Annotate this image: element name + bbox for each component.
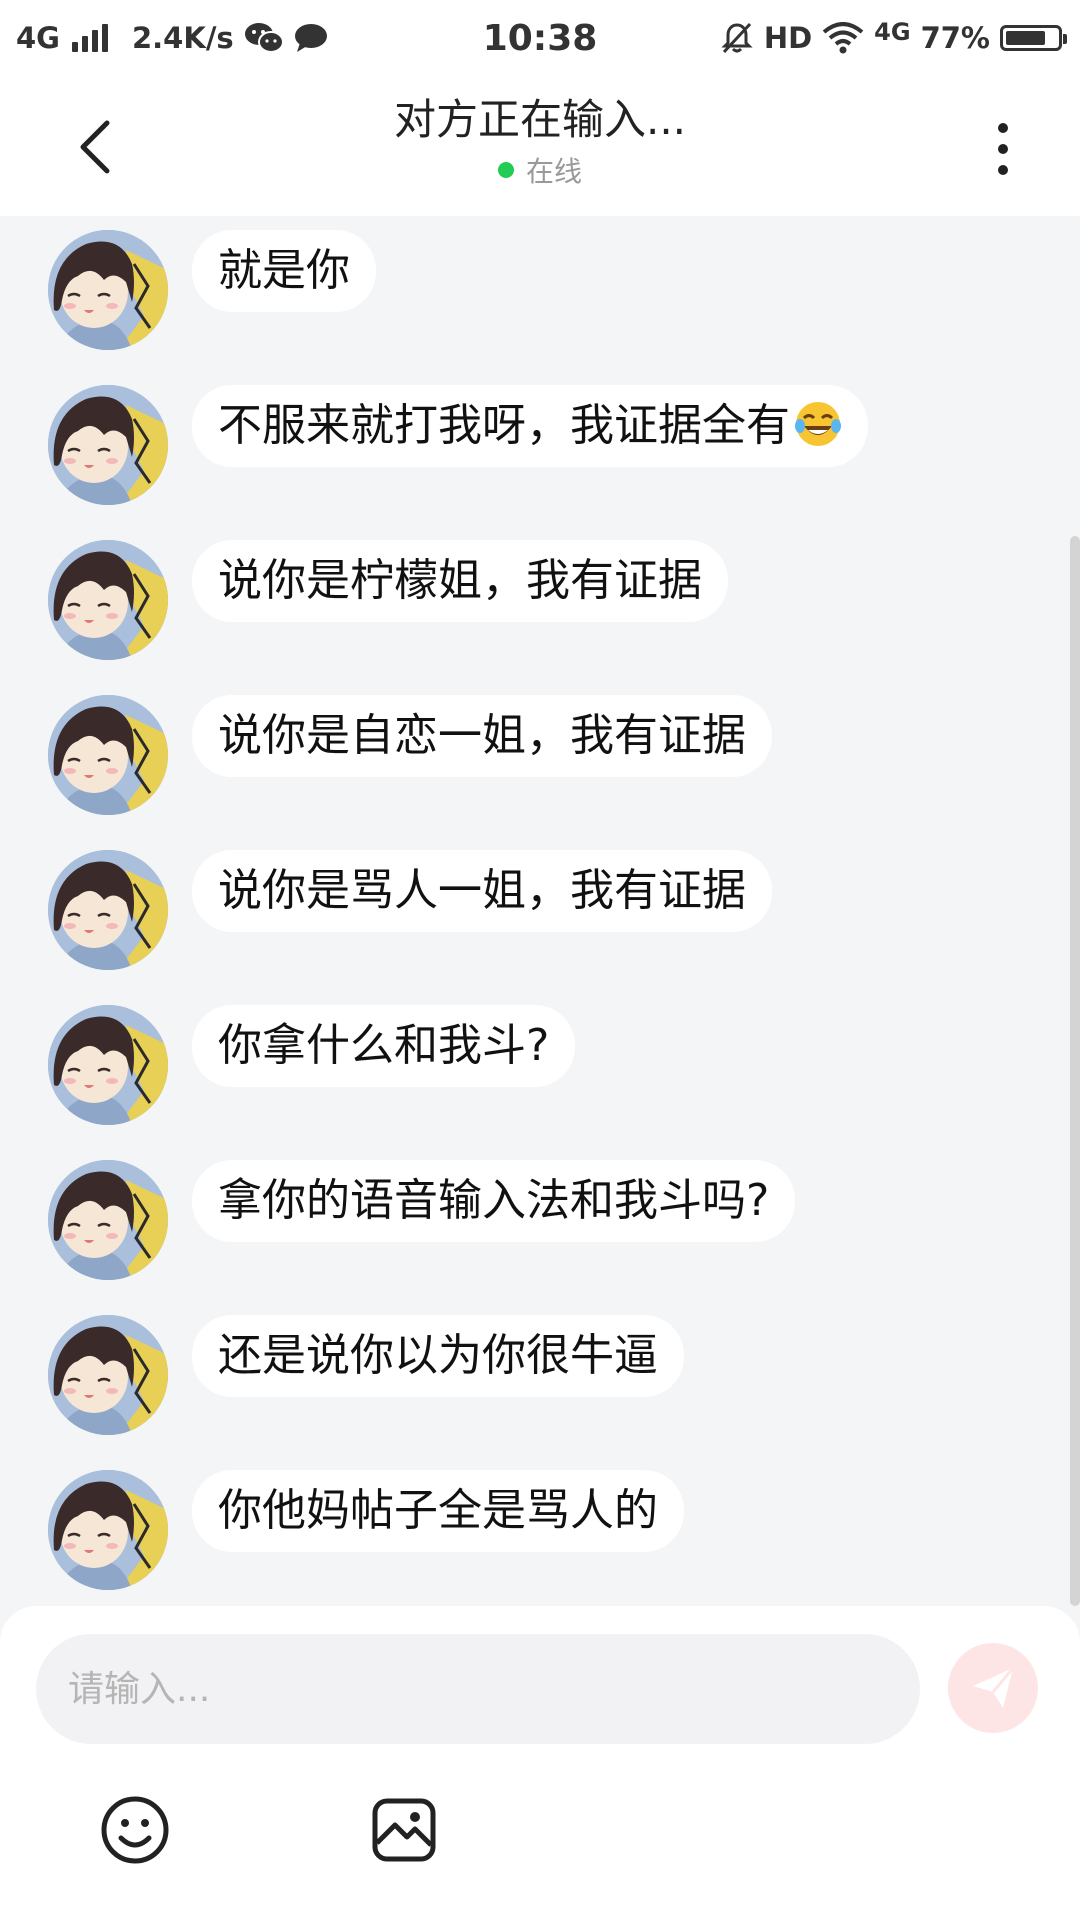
message-row: 说你是自恋一姐，我有证据 (48, 695, 772, 815)
signal-icon (71, 24, 108, 52)
send-button[interactable] (948, 1643, 1038, 1733)
avatar[interactable] (48, 230, 168, 350)
message-bubble[interactable]: 说你是骂人一姐，我有证据 (192, 850, 772, 932)
more-options-button[interactable] (978, 114, 1028, 184)
avatar[interactable] (48, 1470, 168, 1590)
message-bubble[interactable]: 拿你的语音输入法和我斗吗? (192, 1160, 796, 1242)
avatar[interactable] (48, 1160, 168, 1280)
message-text: 你他妈帖子全是骂人的 (218, 1485, 658, 1536)
network-type-2: 4G (874, 18, 911, 46)
message-bubble[interactable]: 说你是自恋一姐，我有证据 (192, 695, 772, 777)
status-bar: 4G 2.4K/s 10:38 HD 4G 77% (0, 0, 1080, 76)
status-right: HD 4G 77% (720, 0, 1067, 76)
message-bubble[interactable]: 不服来就打我呀，我证据全有 (192, 385, 868, 467)
message-text: 拿你的语音输入法和我斗吗? (218, 1175, 770, 1226)
avatar[interactable] (48, 850, 168, 970)
message-text: 你拿什么和我斗? (218, 1020, 550, 1071)
battery-fill (1006, 31, 1045, 45)
send-icon (973, 1667, 1015, 1708)
presence-status: 在线 (497, 150, 582, 190)
avatar[interactable] (48, 540, 168, 660)
message-text: 不服来就打我呀，我证据全有 (218, 400, 790, 451)
message-text: 就是你 (218, 245, 350, 296)
message-row: 还是说你以为你很牛逼 (48, 1315, 684, 1435)
image-button[interactable] (364, 1790, 444, 1870)
message-row: 你拿什么和我斗? (48, 1005, 576, 1125)
wechat-icon (244, 23, 284, 53)
presence-label: 在线 (525, 155, 582, 188)
chat-header: 对方正在输入... 在线 (0, 76, 1080, 216)
battery-icon (1000, 25, 1067, 51)
hd-label: HD (763, 21, 813, 55)
message-row: 就是你 (48, 230, 376, 350)
network-speed: 2.4K/s (131, 21, 234, 55)
message-input[interactable] (36, 1634, 920, 1744)
message-text: 说你是自恋一姐，我有证据 (218, 710, 746, 761)
message-text: 还是说你以为你很牛逼 (218, 1330, 658, 1381)
message-text: 说你是柠檬姐，我有证据 (218, 555, 702, 606)
emoji-button[interactable] (95, 1790, 175, 1870)
image-icon (372, 1798, 436, 1862)
network-type: 4G (16, 21, 60, 55)
chat-screen: 4G 2.4K/s 10:38 HD 4G 77% 对方正在输入... 在线 就… (0, 0, 1080, 1920)
face-with-tears-of-joy-icon (795, 402, 841, 446)
message-icon (294, 24, 327, 52)
online-dot-icon (497, 162, 514, 178)
message-bubble[interactable]: 还是说你以为你很牛逼 (192, 1315, 684, 1397)
message-row: 拿你的语音输入法和我斗吗? (48, 1160, 796, 1280)
avatar[interactable] (48, 1005, 168, 1125)
message-bubble[interactable]: 你他妈帖子全是骂人的 (192, 1470, 684, 1552)
status-time: 10:38 (482, 17, 598, 59)
message-row: 说你是柠檬姐，我有证据 (48, 540, 728, 660)
message-row: 不服来就打我呀，我证据全有 (48, 385, 868, 505)
wifi-icon (822, 22, 864, 54)
status-left: 4G 2.4K/s (16, 0, 328, 76)
composer (0, 1606, 1080, 1920)
battery-percent: 77% (920, 21, 990, 55)
message-row: 说你是骂人一姐，我有证据 (48, 850, 772, 970)
message-bubble[interactable]: 说你是柠檬姐，我有证据 (192, 540, 728, 622)
message-list[interactable]: 就是你 不服来就打我呀，我证据全有 说你是柠檬姐，我有证据 说你是自恋一姐，我有… (0, 216, 1080, 1606)
avatar[interactable] (48, 1315, 168, 1435)
scrollbar[interactable] (1070, 536, 1080, 1606)
mute-bell-icon (721, 22, 753, 54)
chat-title: 对方正在输入... (393, 95, 687, 144)
title-wrap: 对方正在输入... 在线 (0, 94, 1080, 190)
emoji-icon (101, 1796, 169, 1864)
message-bubble[interactable]: 就是你 (192, 230, 376, 312)
message-text: 说你是骂人一姐，我有证据 (218, 865, 746, 916)
message-row: 你他妈帖子全是骂人的 (48, 1470, 684, 1590)
avatar[interactable] (48, 385, 168, 505)
more-dot-icon (998, 123, 1008, 133)
avatar[interactable] (48, 695, 168, 815)
more-dot-icon (998, 144, 1008, 154)
more-dot-icon (998, 165, 1008, 175)
message-bubble[interactable]: 你拿什么和我斗? (192, 1005, 576, 1087)
